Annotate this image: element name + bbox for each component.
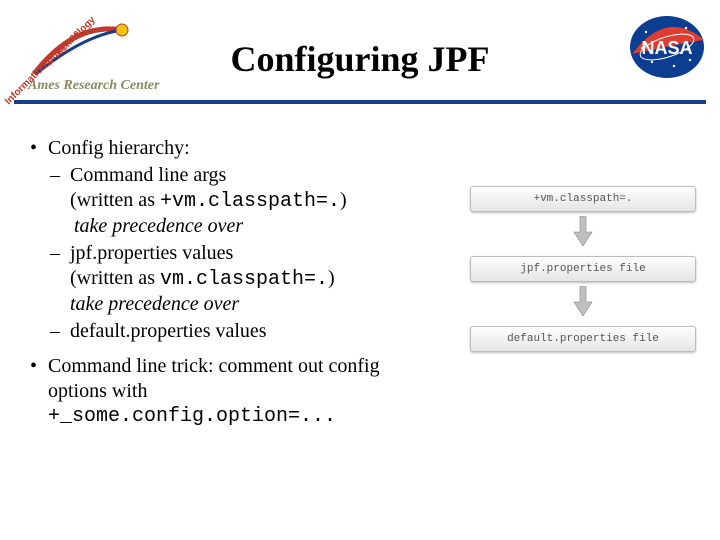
hier-jpf-l3: take precedence over [70,293,239,315]
stack-tab-defaultprops: default.properties file [470,326,696,352]
hier-jpfprops: jpf.properties values (written as vm.cla… [30,241,440,317]
hier-default: default.properties values [30,319,440,344]
hier-cmd-l2a: (written as [70,189,160,211]
slide-title: Configuring JPF [0,38,720,80]
precedence-stack: +vm.classpath=. jpf.properties file defa… [470,186,696,356]
bullet-cmdline-trick: Command line trick: comment out config o… [30,354,440,404]
stack-tab-jpfprops: jpf.properties file [470,256,696,282]
ames-label: Ames Research Center [28,78,159,94]
hier-jpf-l1: jpf.properties values [70,242,233,264]
header-rule [14,100,706,104]
arrow-down-icon [470,286,696,316]
hier-cmd-l3: take precedence over [70,215,243,237]
hier-cmd-code: +vm.classpath=. [160,190,340,213]
hier-jpf-l2b: ) [328,267,335,289]
hier-default-l1: default.properties values [70,320,267,342]
hier-cmdline: Command line args (written as +vm.classp… [30,163,440,239]
hier-cmd-l2b: ) [340,189,347,211]
hier-jpf-l2a: (written as [70,267,160,289]
stack-tab-cmdline: +vm.classpath=. [470,186,696,212]
content-block: Config hierarchy: Command line args (wri… [30,130,440,429]
hier-jpf-code: vm.classpath=. [160,268,328,291]
arrow-down-icon [470,216,696,246]
trick-code: +_some.config.option=... [30,404,440,429]
bullet-config-hierarchy: Config hierarchy: [30,136,440,161]
hier-cmd-l1: Command line args [70,164,226,186]
